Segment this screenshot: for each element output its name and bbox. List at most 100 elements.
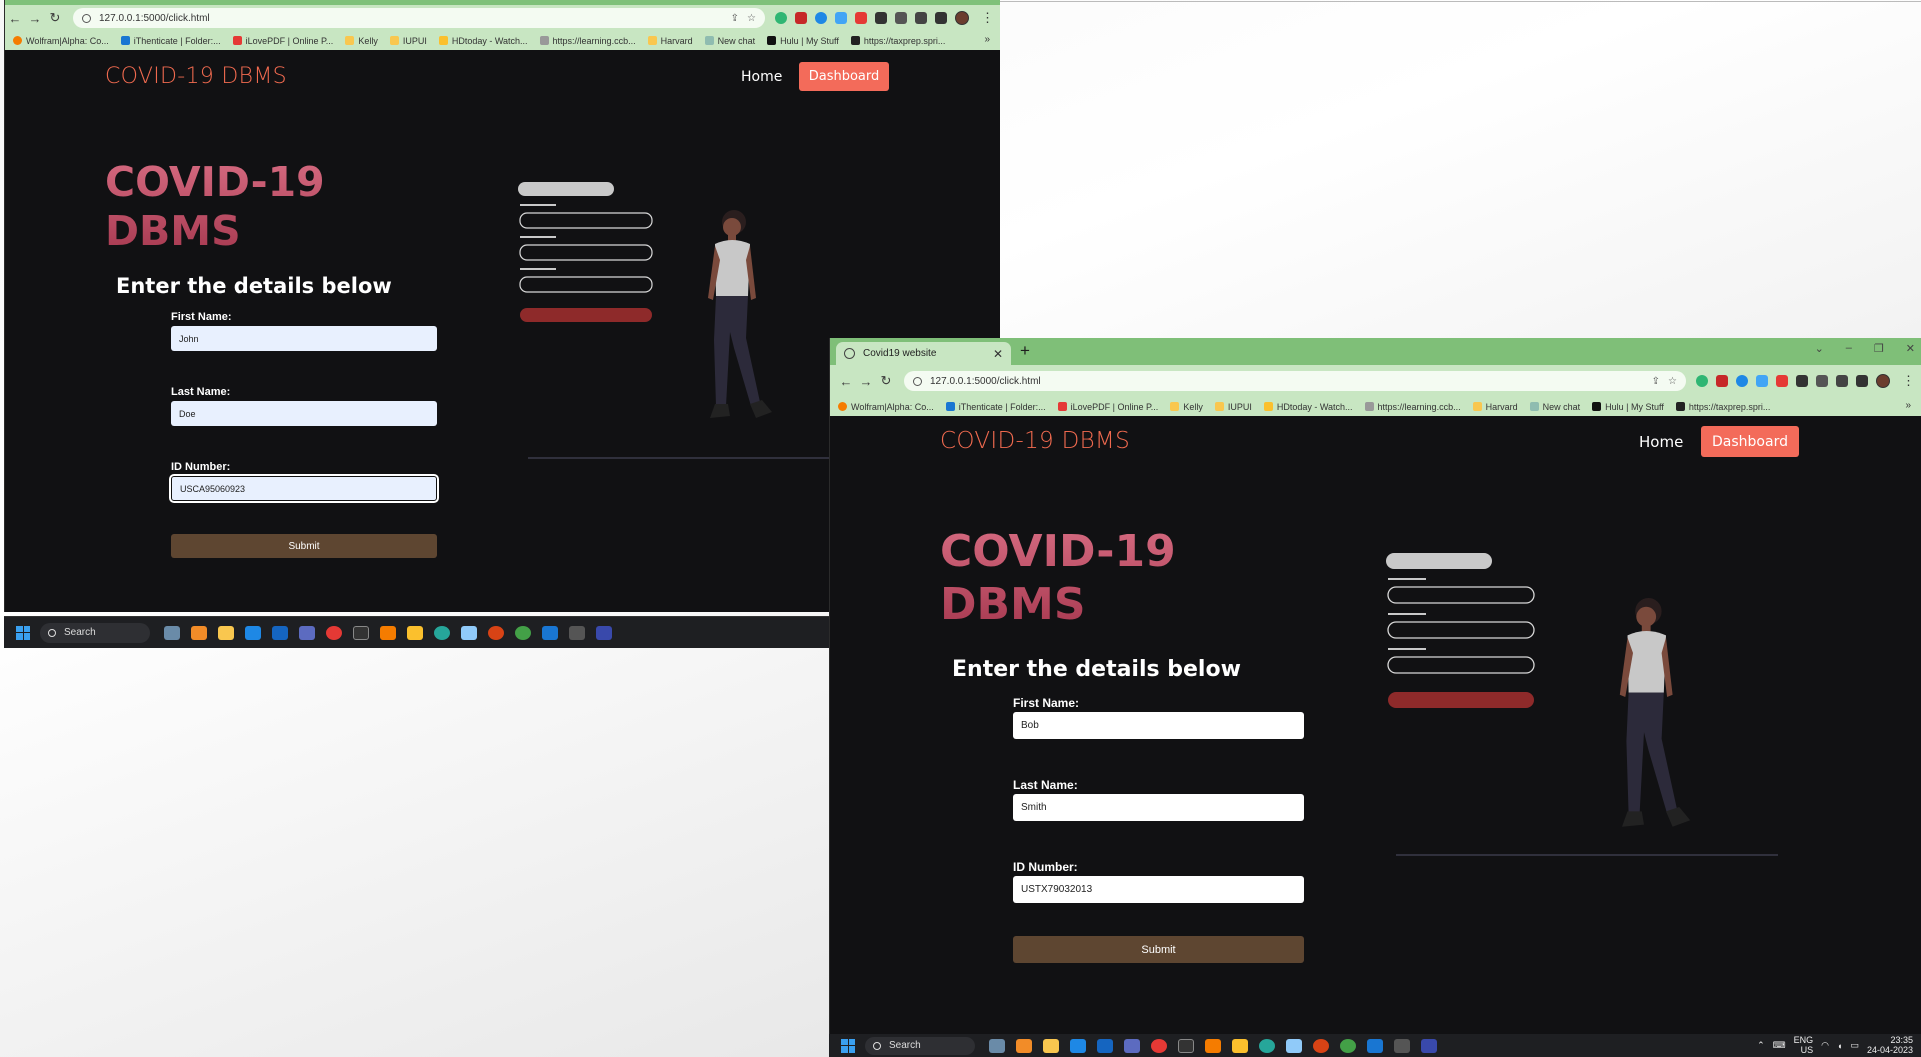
bookmarks-overflow-chevron-icon[interactable]: » [1905, 400, 1911, 411]
extension-blue-icon[interactable] [815, 12, 827, 24]
task-view-icon[interactable] [164, 625, 180, 640]
side-panel-icon[interactable] [935, 12, 947, 24]
vscode-icon[interactable] [1421, 1038, 1437, 1053]
taskbar-search[interactable]: Search [865, 1036, 975, 1055]
vscode-icon[interactable] [596, 625, 612, 640]
weather-icon[interactable] [1016, 1038, 1032, 1053]
powerpoint-icon[interactable] [1313, 1038, 1329, 1053]
bookmark-item[interactable]: iLovePDF | Online P... [1057, 402, 1158, 412]
back-arrow-icon[interactable]: ← [5, 11, 25, 26]
nav-home-link[interactable]: Home [741, 69, 782, 85]
media-icon[interactable] [1816, 375, 1828, 387]
restore-icon[interactable]: ❐ [1874, 342, 1884, 355]
mail-icon[interactable] [1070, 1038, 1086, 1053]
nav-home-link[interactable]: Home [1639, 433, 1683, 451]
address-bar[interactable]: 127.0.0.1:5000/click.html ⇪ ☆ [73, 8, 765, 28]
bookmark-item[interactable]: https://taxprep.spri... [850, 36, 945, 46]
outlook-icon[interactable] [1097, 1038, 1113, 1053]
submit-button[interactable]: Submit [1013, 936, 1304, 963]
kebab-menu-icon[interactable]: ⋮ [1902, 373, 1915, 389]
extension-window-icon[interactable] [835, 12, 847, 24]
last-name-input[interactable]: Doe [171, 401, 437, 426]
bookmark-star-icon[interactable]: ☆ [1668, 376, 1677, 387]
tab-covid19-website[interactable]: Covid19 website ✕ [836, 342, 1011, 365]
share-icon[interactable]: ⇪ [731, 13, 739, 24]
clock[interactable]: 23:35 24-04-2023 [1867, 1035, 1913, 1056]
sticky-notes-icon[interactable] [1232, 1038, 1248, 1053]
profile-avatar[interactable] [1876, 374, 1890, 388]
new-tab-plus-icon[interactable]: + [1020, 341, 1030, 361]
keyboard-icon[interactable]: ⌨ [1773, 1040, 1786, 1051]
bookmarks-overflow-chevron-icon[interactable]: » [984, 34, 990, 45]
first-name-input[interactable]: John [171, 326, 437, 351]
teams-icon[interactable] [299, 625, 315, 640]
mail-icon[interactable] [245, 625, 261, 640]
profile-avatar[interactable] [955, 11, 969, 25]
site-info-icon[interactable] [913, 376, 922, 386]
weather-icon[interactable] [191, 625, 207, 640]
windows-start-icon[interactable] [841, 1038, 855, 1053]
cmd-icon[interactable] [1394, 1038, 1410, 1053]
battery-icon[interactable]: ▭ [1850, 1040, 1859, 1051]
outlook-icon[interactable] [272, 625, 288, 640]
puzzle-icon[interactable] [875, 12, 887, 24]
terminal-icon[interactable] [1178, 1038, 1194, 1053]
edge-icon[interactable] [1259, 1038, 1275, 1053]
nav-dashboard-button[interactable]: Dashboard [1701, 426, 1799, 457]
puzzle-icon[interactable] [1796, 375, 1808, 387]
bookmark-item[interactable]: IUPUI [1214, 402, 1252, 412]
wifi-icon[interactable]: ◠ [1821, 1040, 1829, 1051]
windows-start-icon[interactable] [16, 625, 30, 640]
reload-icon[interactable]: ↻ [45, 10, 65, 26]
id-number-input[interactable]: USCA95060923 [169, 474, 439, 503]
bookmark-star-icon[interactable]: ☆ [747, 13, 756, 24]
tab-search-chevron-icon[interactable]: ⌄ [1815, 342, 1824, 355]
cmd-icon[interactable] [569, 625, 585, 640]
shield-extension-icon[interactable] [1716, 375, 1728, 387]
bookmark-item[interactable]: Wolfram|Alpha: Co... [13, 36, 109, 46]
snipping-icon[interactable] [1286, 1038, 1302, 1053]
download-icon[interactable] [1836, 375, 1848, 387]
download-icon[interactable] [915, 12, 927, 24]
forward-arrow-icon[interactable]: → [25, 11, 45, 26]
bookmark-item[interactable]: New chat [1529, 402, 1580, 412]
powerpoint-icon[interactable] [488, 625, 504, 640]
task-view-icon[interactable] [989, 1038, 1005, 1053]
language-indicator[interactable]: ENG US [1794, 1035, 1814, 1056]
tray-chevron-icon[interactable]: ⌃ [1757, 1040, 1765, 1051]
edge-icon[interactable] [434, 625, 450, 640]
bookmark-item[interactable]: Kelly [1170, 402, 1203, 412]
brand-logo-text[interactable]: COVID-19 DBMS [105, 64, 287, 89]
file-explorer-icon[interactable] [1043, 1038, 1059, 1053]
bookmark-item[interactable]: https://learning.ccb... [1364, 402, 1461, 412]
bookmark-item[interactable]: Kelly [345, 36, 378, 46]
bookmark-item[interactable]: HDtoday - Watch... [1263, 402, 1353, 412]
volume-icon[interactable]: ◖ [1837, 1041, 1842, 1051]
whatsapp-icon[interactable] [1340, 1038, 1356, 1053]
extension-red-icon[interactable] [1776, 375, 1788, 387]
first-name-input[interactable]: Bob [1013, 712, 1304, 739]
word-icon[interactable] [542, 625, 558, 640]
extension-window-icon[interactable] [1756, 375, 1768, 387]
bookmark-item[interactable]: https://taxprep.spri... [1675, 402, 1770, 412]
bookmark-item[interactable]: https://learning.ccb... [539, 36, 636, 46]
bookmark-item[interactable]: iThenticate | Folder:... [120, 36, 221, 46]
brand-logo-text[interactable]: COVID-19 DBMS [940, 428, 1130, 454]
minimize-icon[interactable]: – [1846, 342, 1852, 355]
forward-arrow-icon[interactable]: → [856, 374, 876, 389]
side-panel-icon[interactable] [1856, 375, 1868, 387]
terminal-icon[interactable] [353, 625, 369, 640]
sticky-notes-icon[interactable] [407, 625, 423, 640]
bookmark-item[interactable]: Wolfram|Alpha: Co... [838, 402, 934, 412]
bookmark-item[interactable]: Harvard [1472, 402, 1518, 412]
nav-dashboard-button[interactable]: Dashboard [799, 62, 889, 91]
shield-extension-icon[interactable] [795, 12, 807, 24]
bookmark-item[interactable]: New chat [704, 36, 755, 46]
address-bar[interactable]: 127.0.0.1:5000/click.html ⇪ ☆ [904, 371, 1686, 391]
close-window-icon[interactable]: ✕ [1906, 342, 1915, 355]
word-icon[interactable] [1367, 1038, 1383, 1053]
file-explorer-icon[interactable] [218, 625, 234, 640]
media-icon[interactable] [895, 12, 907, 24]
bookmark-item[interactable]: iLovePDF | Online P... [232, 36, 333, 46]
bookmark-item[interactable]: IUPUI [389, 36, 427, 46]
